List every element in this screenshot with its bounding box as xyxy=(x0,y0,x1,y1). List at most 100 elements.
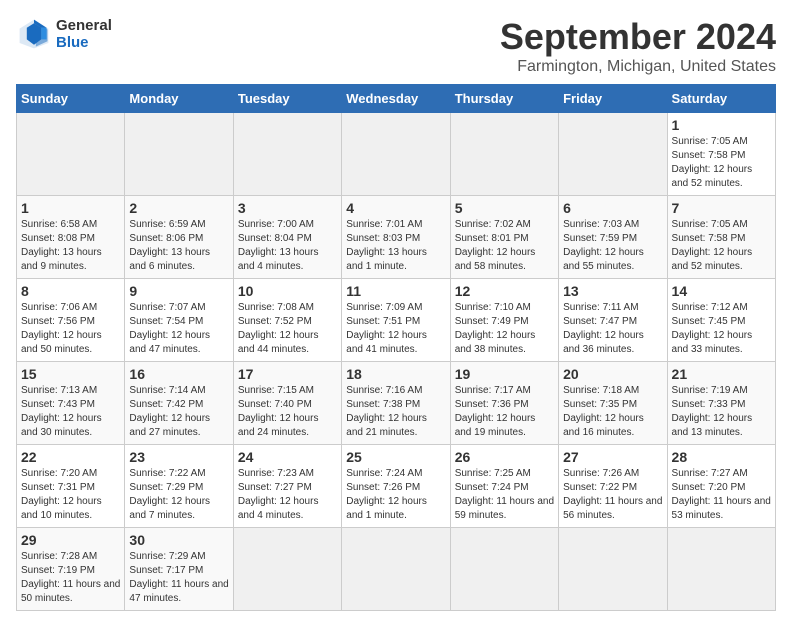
day-number: 18 xyxy=(346,366,445,382)
day-info: Sunrise: 7:02 AMSunset: 8:01 PMDaylight:… xyxy=(455,218,554,274)
calendar-cell xyxy=(125,113,233,196)
calendar-cell: 8 Sunrise: 7:06 AMSunset: 7:56 PMDaylight… xyxy=(17,279,125,362)
day-number: 30 xyxy=(129,532,228,548)
calendar-cell xyxy=(450,528,558,611)
calendar-cell: 4Sunrise: 7:01 AMSunset: 8:03 PMDaylight… xyxy=(342,196,450,279)
day-number: 11 xyxy=(346,283,445,299)
day-info: Sunrise: 7:08 AMSunset: 7:52 PMDaylight:… xyxy=(238,301,337,357)
col-header-friday: Friday xyxy=(559,85,667,113)
day-info: Sunrise: 7:15 AMSunset: 7:40 PMDaylight:… xyxy=(238,384,337,440)
page-header: General Blue September 2024 Farmington, … xyxy=(16,16,776,76)
day-number: 27 xyxy=(563,449,662,465)
calendar-cell: 1 Sunrise: 7:05 AMSunset: 7:58 PMDaylight… xyxy=(667,113,775,196)
day-info: Sunrise: 6:58 AMSunset: 8:08 PMDaylight:… xyxy=(21,218,120,274)
calendar-cell: 13 Sunrise: 7:11 AMSunset: 7:47 PMDayligh… xyxy=(559,279,667,362)
calendar-week-3: 15Sunrise: 7:13 AMSunset: 7:43 PMDayligh… xyxy=(17,362,776,445)
day-info: Sunrise: 7:18 AMSunset: 7:35 PMDaylight:… xyxy=(563,384,662,440)
day-number: 25 xyxy=(346,449,445,465)
calendar-table: SundayMondayTuesdayWednesdayThursdayFrid… xyxy=(16,84,776,611)
day-number: 1 xyxy=(672,117,771,133)
day-number: 13 xyxy=(563,283,662,299)
day-number: 7 xyxy=(672,200,771,216)
location-subtitle: Farmington, Michigan, United States xyxy=(500,58,776,76)
calendar-cell: 28 Sunrise: 7:27 AMSunset: 7:20 PMDayligh… xyxy=(667,445,775,528)
day-number: 2 xyxy=(129,200,228,216)
day-info: Sunrise: 7:03 AMSunset: 7:59 PMDaylight:… xyxy=(563,218,662,274)
day-number: 9 xyxy=(129,283,228,299)
calendar-cell: 6 Sunrise: 7:03 AMSunset: 7:59 PMDaylight… xyxy=(559,196,667,279)
col-header-monday: Monday xyxy=(125,85,233,113)
calendar-cell: 10Sunrise: 7:08 AMSunset: 7:52 PMDayligh… xyxy=(233,279,341,362)
calendar-cell xyxy=(342,113,450,196)
day-info: Sunrise: 7:00 AMSunset: 8:04 PMDaylight:… xyxy=(238,218,337,274)
day-info: Sunrise: 7:14 AMSunset: 7:42 PMDaylight:… xyxy=(129,384,228,440)
calendar-cell xyxy=(233,113,341,196)
calendar-cell: 11 Sunrise: 7:09 AMSunset: 7:51 PMDayligh… xyxy=(342,279,450,362)
col-header-thursday: Thursday xyxy=(450,85,558,113)
calendar-cell: 3Sunrise: 7:00 AMSunset: 8:04 PMDaylight… xyxy=(233,196,341,279)
day-number: 15 xyxy=(21,366,120,382)
calendar-cell: 7Sunrise: 7:05 AMSunset: 7:58 PMDaylight… xyxy=(667,196,775,279)
calendar-cell xyxy=(342,528,450,611)
day-info: Sunrise: 7:09 AMSunset: 7:51 PMDaylight:… xyxy=(346,301,445,357)
day-number: 14 xyxy=(672,283,771,299)
calendar-cell: 17 Sunrise: 7:15 AMSunset: 7:40 PMDayligh… xyxy=(233,362,341,445)
calendar-cell: 27Sunrise: 7:26 AMSunset: 7:22 PMDayligh… xyxy=(559,445,667,528)
day-number: 5 xyxy=(455,200,554,216)
calendar-cell xyxy=(17,113,125,196)
day-info: Sunrise: 7:10 AMSunset: 7:49 PMDaylight:… xyxy=(455,301,554,357)
calendar-cell: 19Sunrise: 7:17 AMSunset: 7:36 PMDayligh… xyxy=(450,362,558,445)
month-year-title: September 2024 xyxy=(500,16,776,58)
calendar-cell xyxy=(233,528,341,611)
day-number: 8 xyxy=(21,283,120,299)
day-number: 6 xyxy=(563,200,662,216)
title-block: September 2024 Farmington, Michigan, Uni… xyxy=(500,16,776,76)
calendar-cell: 2 Sunrise: 6:59 AMSunset: 8:06 PMDaylight… xyxy=(125,196,233,279)
day-info: Sunrise: 6:59 AMSunset: 8:06 PMDaylight:… xyxy=(129,218,228,274)
calendar-cell: 15Sunrise: 7:13 AMSunset: 7:43 PMDayligh… xyxy=(17,362,125,445)
day-info: Sunrise: 7:20 AMSunset: 7:31 PMDaylight:… xyxy=(21,467,120,523)
logo: General Blue xyxy=(16,16,112,52)
calendar-cell xyxy=(559,528,667,611)
calendar-cell: 29 Sunrise: 7:28 AMSunset: 7:19 PMDayligh… xyxy=(17,528,125,611)
calendar-cell: 21Sunrise: 7:19 AMSunset: 7:33 PMDayligh… xyxy=(667,362,775,445)
calendar-cell: 12 Sunrise: 7:10 AMSunset: 7:49 PMDayligh… xyxy=(450,279,558,362)
day-info: Sunrise: 7:28 AMSunset: 7:19 PMDaylight:… xyxy=(21,550,120,606)
day-number: 24 xyxy=(238,449,337,465)
day-number: 16 xyxy=(129,366,228,382)
day-number: 22 xyxy=(21,449,120,465)
calendar-cell: 22 Sunrise: 7:20 AMSunset: 7:31 PMDayligh… xyxy=(17,445,125,528)
calendar-cell: 14 Sunrise: 7:12 AMSunset: 7:45 PMDayligh… xyxy=(667,279,775,362)
day-info: Sunrise: 7:05 AMSunset: 7:58 PMDaylight:… xyxy=(672,135,771,191)
day-info: Sunrise: 7:27 AMSunset: 7:20 PMDaylight:… xyxy=(672,467,771,523)
calendar-cell: 26 Sunrise: 7:25 AMSunset: 7:24 PMDayligh… xyxy=(450,445,558,528)
day-info: Sunrise: 7:11 AMSunset: 7:47 PMDaylight:… xyxy=(563,301,662,357)
calendar-week-2: 8 Sunrise: 7:06 AMSunset: 7:56 PMDaylight… xyxy=(17,279,776,362)
day-info: Sunrise: 7:12 AMSunset: 7:45 PMDaylight:… xyxy=(672,301,771,357)
calendar-cell: 9 Sunrise: 7:07 AMSunset: 7:54 PMDaylight… xyxy=(125,279,233,362)
day-number: 29 xyxy=(21,532,120,548)
day-number: 28 xyxy=(672,449,771,465)
col-header-tuesday: Tuesday xyxy=(233,85,341,113)
day-info: Sunrise: 7:07 AMSunset: 7:54 PMDaylight:… xyxy=(129,301,228,357)
day-info: Sunrise: 7:25 AMSunset: 7:24 PMDaylight:… xyxy=(455,467,554,523)
calendar-cell: 20 Sunrise: 7:18 AMSunset: 7:35 PMDayligh… xyxy=(559,362,667,445)
calendar-cell: 24Sunrise: 7:23 AMSunset: 7:27 PMDayligh… xyxy=(233,445,341,528)
day-info: Sunrise: 7:06 AMSunset: 7:56 PMDaylight:… xyxy=(21,301,120,357)
day-info: Sunrise: 7:22 AMSunset: 7:29 PMDaylight:… xyxy=(129,467,228,523)
logo-icon xyxy=(16,16,52,52)
day-number: 21 xyxy=(672,366,771,382)
calendar-week-4: 22 Sunrise: 7:20 AMSunset: 7:31 PMDayligh… xyxy=(17,445,776,528)
day-number: 19 xyxy=(455,366,554,382)
day-info: Sunrise: 7:16 AMSunset: 7:38 PMDaylight:… xyxy=(346,384,445,440)
calendar-cell: 18 Sunrise: 7:16 AMSunset: 7:38 PMDayligh… xyxy=(342,362,450,445)
day-number: 17 xyxy=(238,366,337,382)
col-header-sunday: Sunday xyxy=(17,85,125,113)
day-number: 20 xyxy=(563,366,662,382)
calendar-cell: 5 Sunrise: 7:02 AMSunset: 8:01 PMDaylight… xyxy=(450,196,558,279)
day-number: 26 xyxy=(455,449,554,465)
col-header-wednesday: Wednesday xyxy=(342,85,450,113)
day-number: 12 xyxy=(455,283,554,299)
calendar-header-row: SundayMondayTuesdayWednesdayThursdayFrid… xyxy=(17,85,776,113)
calendar-week-0: 1 Sunrise: 7:05 AMSunset: 7:58 PMDaylight… xyxy=(17,113,776,196)
